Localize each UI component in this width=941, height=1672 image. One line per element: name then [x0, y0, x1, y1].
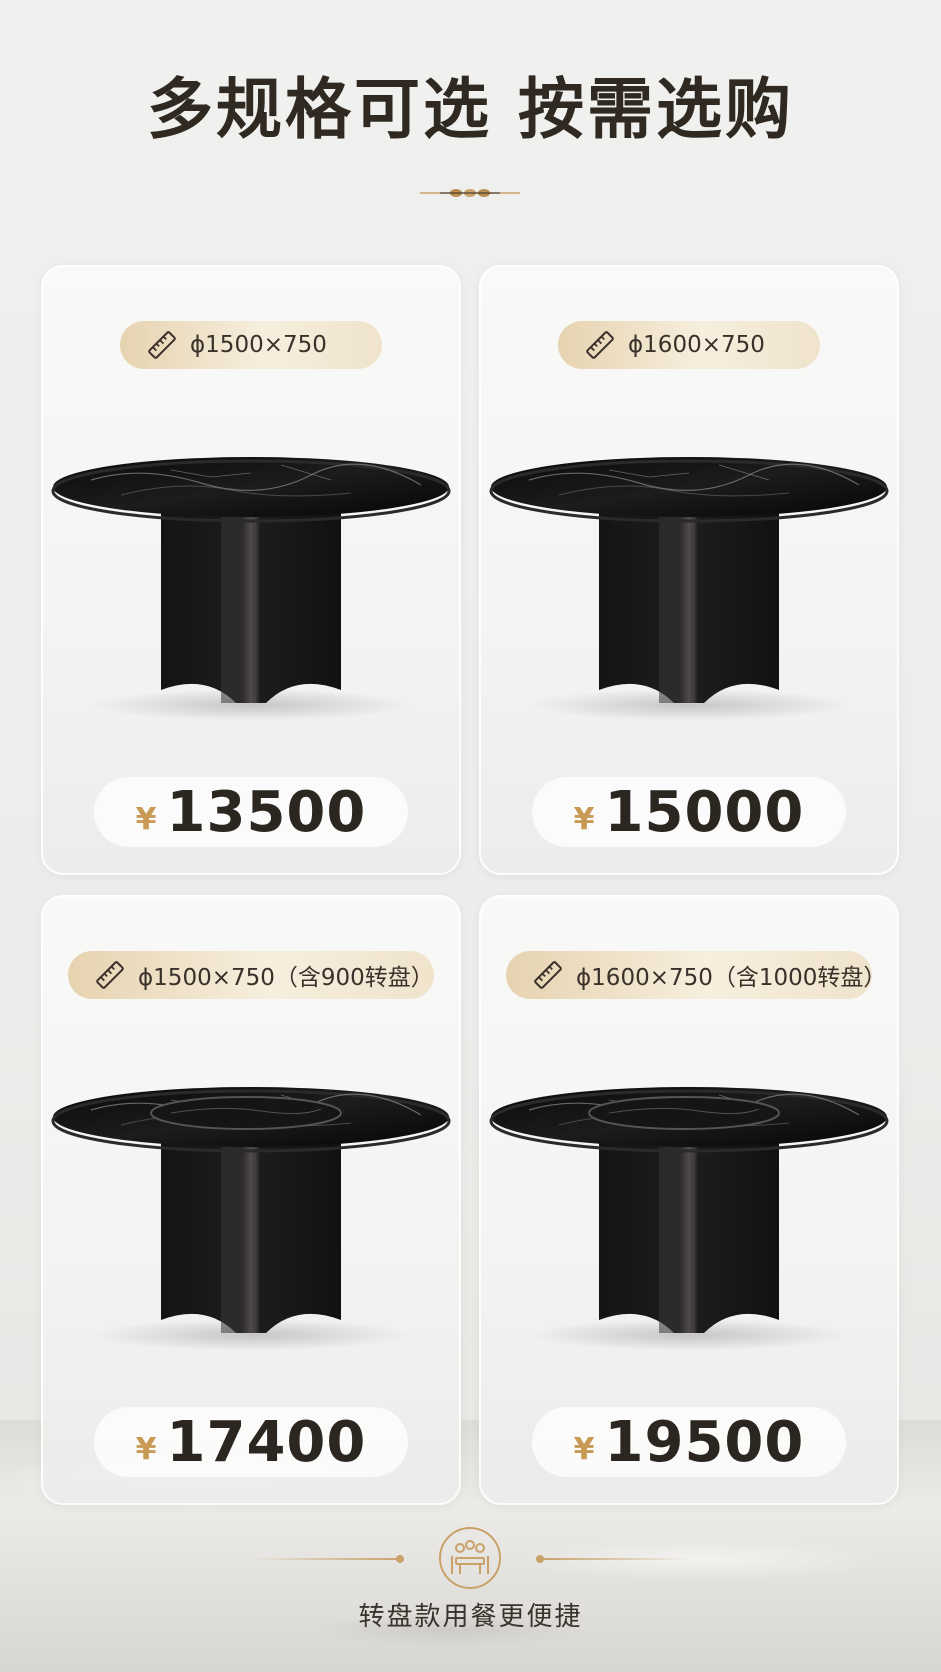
- marble-table-turntable-image: [489, 1087, 889, 1351]
- product-card[interactable]: ϕ1600×750 ¥15000: [479, 265, 899, 875]
- spec-pill: ϕ1600×750（含1000转盘）: [506, 951, 886, 999]
- marble-table-image: [489, 457, 889, 721]
- price-pill: ¥17400: [94, 1407, 408, 1477]
- price-value: 17400: [166, 1409, 367, 1475]
- footer-dot: [396, 1555, 404, 1563]
- currency-symbol: ¥: [573, 801, 595, 837]
- ruler-icon: [584, 329, 616, 361]
- marble-table-turntable-image: [51, 1087, 451, 1351]
- price-value: 13500: [166, 779, 367, 845]
- title-ornament-divider: [420, 189, 520, 197]
- spec-label: ϕ1500×750（含900转盘）: [138, 965, 434, 991]
- spec-label: ϕ1500×750: [190, 332, 327, 358]
- spec-pill: ϕ1500×750: [120, 321, 382, 369]
- spec-pill: ϕ1600×750: [558, 321, 820, 369]
- product-card[interactable]: ϕ1500×750 ¥13500: [41, 265, 461, 875]
- ruler-icon: [146, 329, 178, 361]
- currency-symbol: ¥: [135, 801, 157, 837]
- footer-caption: 转盘款用餐更便捷: [358, 1602, 583, 1632]
- currency-symbol: ¥: [135, 1431, 157, 1467]
- product-card[interactable]: ϕ1500×750（含900转盘） ¥17400: [41, 895, 461, 1505]
- ruler-icon: [532, 959, 564, 991]
- spec-label: ϕ1600×750（含1000转盘）: [576, 965, 887, 991]
- price-pill: ¥15000: [532, 777, 846, 847]
- page-title: 多规格可选 按需选购: [147, 71, 794, 148]
- price-pill: ¥19500: [532, 1407, 846, 1477]
- currency-symbol: ¥: [573, 1431, 595, 1467]
- ruler-icon: [94, 959, 126, 991]
- price-value: 19500: [604, 1409, 805, 1475]
- product-card[interactable]: ϕ1600×750（含1000转盘） ¥19500: [479, 895, 899, 1505]
- spec-pill: ϕ1500×750（含900转盘）: [68, 951, 434, 999]
- spec-label: ϕ1600×750: [628, 332, 765, 358]
- marble-table-image: [51, 457, 451, 721]
- price-pill: ¥13500: [94, 777, 408, 847]
- dining-people-icon: [439, 1527, 501, 1589]
- footer-line-right: [540, 1558, 690, 1560]
- price-value: 15000: [604, 779, 805, 845]
- footer-line-left: [250, 1558, 400, 1560]
